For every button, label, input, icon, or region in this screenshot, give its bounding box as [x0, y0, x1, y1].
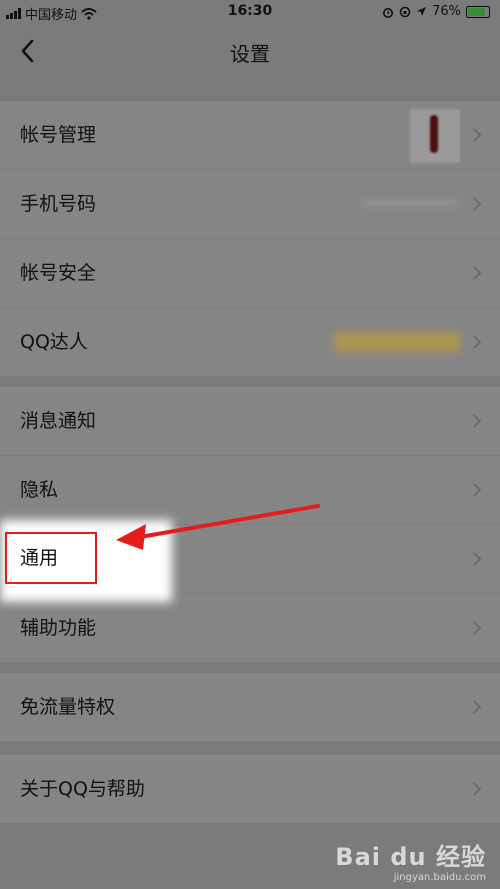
chevron-right-icon	[473, 197, 482, 211]
row-label: 帐号管理	[20, 124, 97, 146]
row-label: 手机号码	[20, 193, 97, 215]
settings-row-account-security[interactable]: 帐号安全	[0, 239, 500, 308]
row-label: 免流量特权	[20, 696, 116, 718]
page-title: 设置	[230, 42, 270, 66]
chevron-right-icon	[473, 782, 482, 796]
row-label: 消息通知	[20, 410, 97, 432]
qq-master-badge-blurred	[334, 332, 460, 352]
settings-row-qq-master[interactable]: QQ达人	[0, 308, 500, 376]
chevron-right-icon	[473, 552, 482, 566]
watermark: Bai du 经验 jingyan.baidu.com	[335, 837, 486, 883]
chevron-right-icon	[473, 128, 482, 142]
chevron-right-icon	[473, 335, 482, 349]
rotation-lock-icon	[399, 6, 411, 17]
highlighted-general-label[interactable]: 通用	[20, 543, 58, 570]
settings-row-about-help[interactable]: 关于QQ与帮助	[0, 755, 500, 823]
settings-group-data-free: 免流量特权	[0, 673, 500, 741]
status-right: 76%	[382, 4, 490, 19]
row-label: 隐私	[20, 479, 59, 501]
settings-group-account: 帐号管理 手机号码 帐号安全 QQ达人	[0, 101, 500, 376]
settings-row-data-free-privilege[interactable]: 免流量特权	[0, 673, 500, 741]
status-bar: 中国移动 16:30 76%	[0, 0, 500, 24]
chevron-right-icon	[473, 700, 482, 714]
chevron-right-icon	[473, 621, 482, 635]
settings-row-notifications[interactable]: 消息通知	[0, 387, 500, 456]
chevron-right-icon	[473, 266, 482, 280]
chevron-right-icon	[473, 414, 482, 428]
settings-row-accessibility[interactable]: 辅助功能	[0, 594, 500, 662]
row-label: 帐号安全	[20, 262, 97, 284]
alarm-icon	[383, 7, 394, 18]
row-label: 辅助功能	[20, 617, 97, 639]
settings-row-privacy[interactable]: 隐私	[0, 456, 500, 525]
settings-group-about: 关于QQ与帮助	[0, 755, 500, 823]
settings-row-phone-number[interactable]: 手机号码	[0, 170, 500, 239]
row-label: 关于QQ与帮助	[20, 778, 145, 800]
settings-row-account-management[interactable]: 帐号管理	[0, 101, 500, 170]
battery-icon	[466, 5, 490, 18]
location-icon	[417, 7, 427, 16]
row-label: QQ达人	[20, 331, 88, 353]
watermark-brand: Bai du 经验	[335, 843, 486, 871]
avatar	[410, 109, 460, 163]
phone-number-blurred	[362, 198, 458, 208]
nav-bar: 设置	[0, 24, 500, 80]
chevron-right-icon	[473, 483, 482, 497]
watermark-url: jingyan.baidu.com	[393, 872, 486, 883]
battery-percent: 76%	[432, 4, 461, 19]
